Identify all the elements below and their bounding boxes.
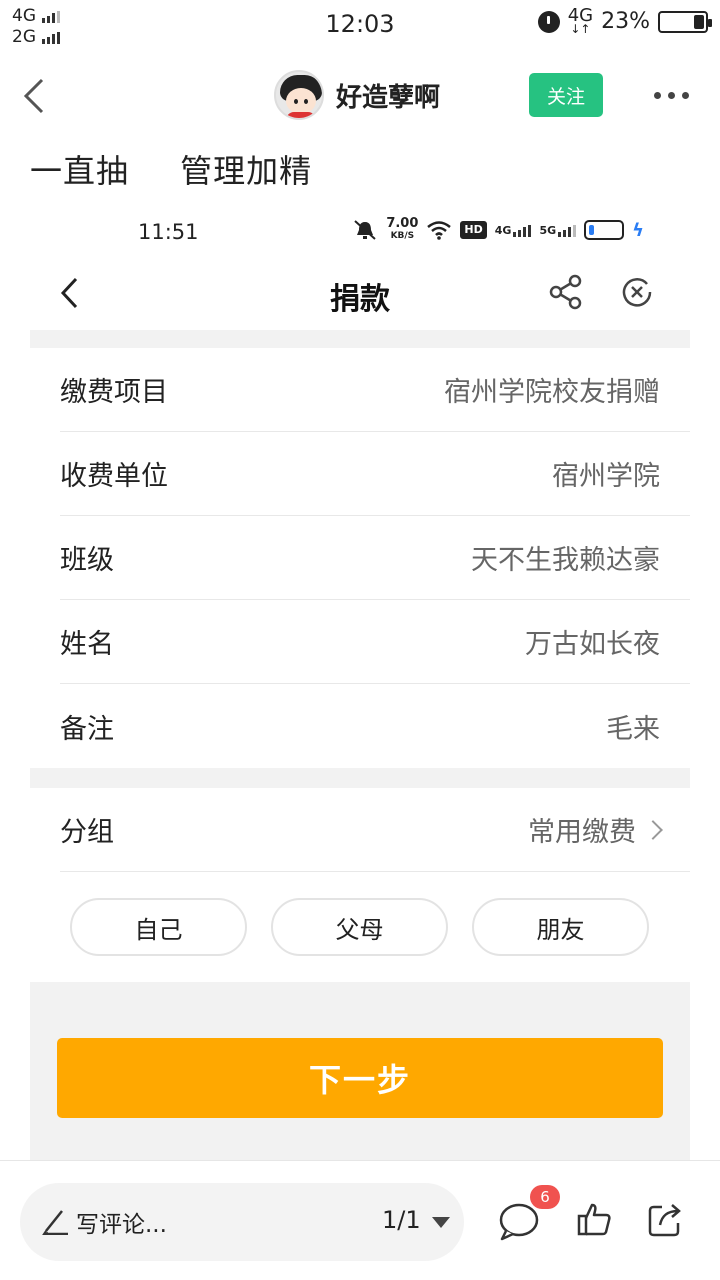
- battery-percent: 23%: [601, 9, 650, 34]
- close-icon[interactable]: [621, 276, 653, 308]
- comment-icon[interactable]: [498, 1201, 540, 1241]
- post-image[interactable]: 11:51 7.00 KB/S HD 4G 5G ϟ 捐款 缴费项目 宿州学院校友…: [30, 200, 690, 1160]
- form-row-class[interactable]: 班级 天不生我赖达豪: [60, 516, 690, 600]
- divider: [30, 330, 690, 348]
- author-info[interactable]: 好造孽啊: [274, 70, 440, 120]
- inner-page-title: 捐款: [330, 282, 390, 317]
- author-name[interactable]: 好造孽啊: [336, 77, 440, 114]
- page-indicator[interactable]: 1/1: [382, 1206, 421, 1234]
- like-icon[interactable]: [576, 1201, 612, 1237]
- more-icon[interactable]: [654, 92, 689, 99]
- share-icon[interactable]: [548, 274, 584, 310]
- inner-battery-icon: [584, 220, 625, 240]
- signal-5g-icon: 5G: [539, 224, 577, 237]
- group-select[interactable]: 常用缴费: [528, 810, 690, 849]
- chip-self[interactable]: 自己: [70, 898, 247, 956]
- share-out-icon[interactable]: [646, 1201, 684, 1239]
- inner-status-bar: 11:51 7.00 KB/S HD 4G 5G ϟ: [30, 212, 690, 252]
- signal-4g-icon: 4G: [495, 224, 532, 237]
- row-value[interactable]: 毛来: [606, 707, 690, 746]
- follow-button[interactable]: 关注: [529, 73, 603, 117]
- inner-time: 11:51: [138, 220, 199, 244]
- next-step-button[interactable]: 下一步: [57, 1038, 663, 1118]
- dropdown-icon[interactable]: [432, 1217, 450, 1228]
- comment-count-badge: 6: [530, 1185, 560, 1209]
- row-label: 分组: [60, 817, 114, 848]
- chevron-right-icon: [643, 819, 663, 840]
- row-value: 宿州学院: [552, 461, 660, 492]
- mute-bell-icon: [354, 220, 376, 240]
- status-right: 4G ↓↑ 23%: [537, 5, 712, 36]
- hd-icon: HD: [460, 221, 487, 239]
- net-speed: 7.00 KB/S: [386, 216, 419, 241]
- battery-icon: [658, 10, 712, 33]
- chip-parents[interactable]: 父母: [271, 898, 448, 956]
- data-network-icon: 4G ↓↑: [567, 5, 594, 36]
- alarm-icon: [537, 10, 560, 33]
- status-bar: 4G 2G 12:03 4G ↓↑ 23%: [0, 0, 720, 52]
- divider: [30, 768, 690, 788]
- charging-icon: ϟ: [632, 219, 644, 241]
- wifi-icon: [427, 221, 452, 240]
- row-value: 宿州学院校友捐赠: [444, 377, 660, 408]
- form-row-group[interactable]: 分组 常用缴费: [60, 788, 690, 872]
- row-label: 备注: [60, 713, 114, 745]
- relation-chips: 自己 父母 朋友: [70, 898, 649, 956]
- post-header: 好造孽啊 关注: [0, 60, 720, 132]
- avatar[interactable]: [274, 70, 324, 120]
- inner-status-icons: 7.00 KB/S HD 4G 5G ϟ: [352, 216, 644, 242]
- comment-input[interactable]: 写评论... 1/1: [20, 1183, 464, 1261]
- chip-friends[interactable]: 朋友: [472, 898, 649, 956]
- row-label: 缴费项目: [60, 377, 168, 408]
- form-row-unit: 收费单位 宿州学院: [60, 432, 690, 516]
- row-label: 收费单位: [60, 461, 168, 492]
- pen-icon: [42, 1210, 68, 1235]
- comment-placeholder[interactable]: 写评论...: [76, 1205, 167, 1239]
- row-value[interactable]: 天不生我赖达豪: [471, 538, 690, 577]
- row-label: 班级: [60, 545, 114, 576]
- form-row-note[interactable]: 备注 毛来: [60, 684, 690, 768]
- form-row-item: 缴费项目 宿州学院校友捐赠: [60, 348, 690, 432]
- form-row-name[interactable]: 姓名 万古如长夜: [60, 600, 690, 684]
- row-value[interactable]: 万古如长夜: [525, 622, 690, 661]
- back-icon[interactable]: [20, 78, 48, 114]
- inner-nav: 捐款: [30, 260, 690, 326]
- post-title: 一直抽 管理加精: [30, 152, 313, 190]
- bottom-bar: 写评论... 1/1 6: [0, 1160, 720, 1280]
- row-label: 姓名: [60, 629, 114, 660]
